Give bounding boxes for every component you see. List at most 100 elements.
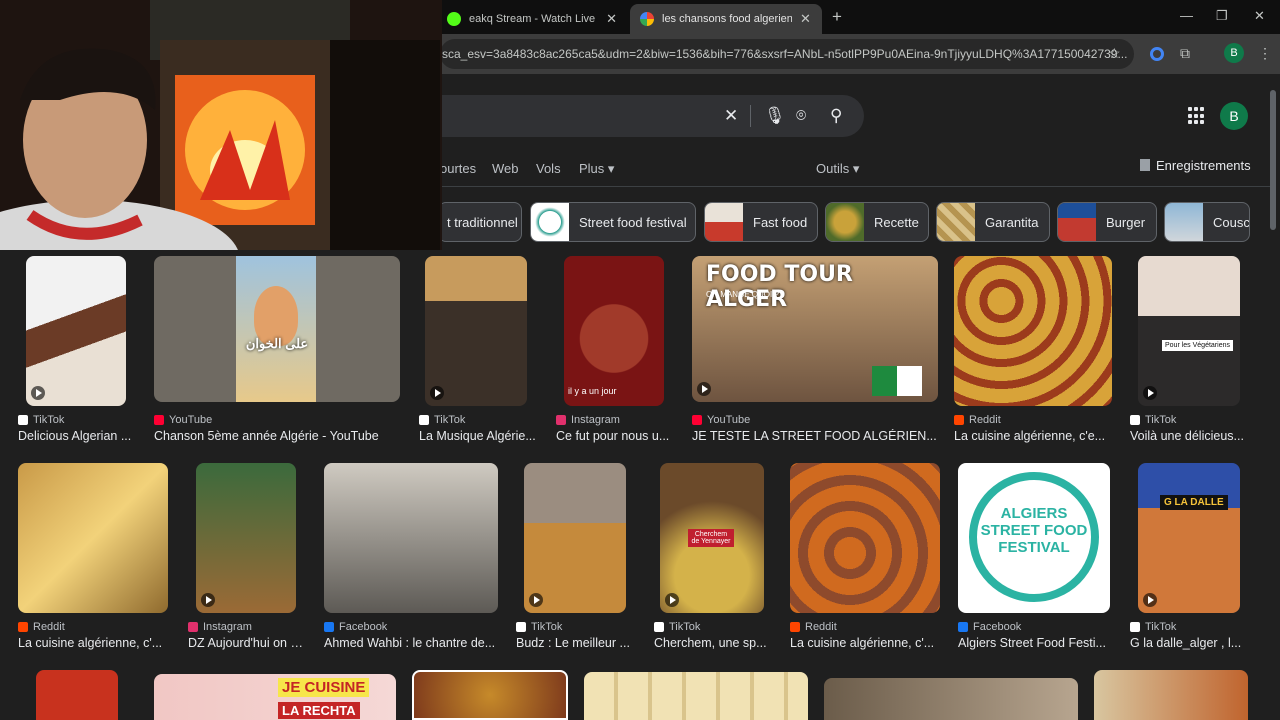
tab-web[interactable]: Web [492,161,519,176]
source-label: TikTok [434,414,466,426]
result-caption[interactable]: JE TESTE LA STREET FOOD ALGÉRIEN... [692,429,938,443]
facebook-icon [324,622,334,632]
result-thumbnail[interactable]: JE CUISINE LA RECHTA [154,674,396,720]
result-thumbnail[interactable]: ALGIERS STREET FOOD FESTIVAL [958,463,1110,613]
result-thumbnail[interactable] [524,463,626,613]
thumbnail-text: LA RECHTA [278,702,360,719]
result-source: TikTok [1130,414,1176,426]
url-field[interactable]: sca_esv=3a8483c8ac265ca5&udm=2&biw=1536&… [440,39,1134,69]
thumbnail-text: ALGIERS STREET FOOD FESTIVAL [980,505,1088,556]
tab-vols[interactable]: Vols [536,161,561,176]
close-window-icon[interactable]: ✕ [1254,8,1265,24]
thumbnail-text: على الخوان [245,336,309,351]
chip-label: Garantita [985,214,1039,230]
chip-thumbnail [1058,203,1096,241]
tools-button[interactable]: Outils ▾ [816,161,859,177]
result-caption[interactable]: La cuisine algérienne, c'... [18,636,168,650]
result-caption[interactable]: Ce fut pour nous u... [556,429,674,443]
source-label: TikTok [1145,414,1177,426]
result-thumbnail[interactable]: Pour les Végétariens [1138,256,1240,406]
result-thumbnail[interactable] [425,256,527,406]
result-source: TikTok [18,414,64,426]
close-tab-icon[interactable]: ✕ [800,11,811,27]
clear-search-icon[interactable]: ✕ [724,106,738,126]
result-thumbnail[interactable]: FOOD TOUR ALGER ON MANGE QUOI ? [692,256,938,402]
result-caption[interactable]: Algiers Street Food Festi... [958,636,1110,650]
result-thumbnail[interactable] [1094,670,1248,720]
result-caption[interactable]: Cherchem, une sp... [654,636,772,650]
result-thumbnail[interactable]: il y a un jour [564,256,664,406]
chip-label: Street food festival [579,214,687,230]
chip-thumbnail [937,203,975,241]
result-source: Facebook [958,621,1021,633]
minimize-icon[interactable]: — [1180,8,1193,23]
result-caption[interactable]: Ahmed Wahbi : le chantre de... [324,636,498,650]
result-caption[interactable]: Voilà une délicieus... [1130,429,1248,443]
extensions-puzzle-icon[interactable]: ⧉ [1180,45,1190,62]
google-favicon-icon [640,12,654,26]
chip-fast-food[interactable]: Fast food [704,202,818,242]
saved-button[interactable]: Enregistrements [1140,158,1251,173]
bookmark-star-icon[interactable]: ☆ [1108,45,1121,62]
result-caption[interactable]: Budz : Le meilleur ... [516,636,634,650]
result-thumbnail[interactable] [954,256,1112,406]
tab-google-images[interactable]: les chansons food algerien - Re ✕ [630,4,822,34]
new-tab-button[interactable]: + [832,7,842,27]
result-thumbnail[interactable] [26,256,126,406]
tab-kick-stream[interactable]: eakq Stream - Watch Live on Ki ✕ [437,4,627,34]
result-source: TikTok [654,621,700,633]
chip-garantita[interactable]: Garantita [936,202,1050,242]
play-icon [430,386,444,400]
close-tab-icon[interactable]: ✕ [606,11,617,27]
result-caption[interactable]: G la dalle_alger , l... [1130,636,1248,650]
result-caption[interactable]: DZ Aujourd'hui on d... [188,636,306,650]
source-label: YouTube [169,414,213,426]
result-thumbnail[interactable] [790,463,940,613]
search-input[interactable]: ✕ 🎙 ⌾ ⚲ [440,95,864,137]
chip-burger[interactable]: Burger [1057,202,1157,242]
chip-couscous[interactable]: Cousco [1164,202,1250,242]
source-label: TikTok [531,621,563,633]
result-thumbnail[interactable]: على الخوان [154,256,400,402]
tab-courtes[interactable]: ourtes [440,161,476,176]
tab-plus[interactable]: Plus ▾ [579,161,614,177]
result-thumbnail[interactable]: G LA DALLE [1138,463,1240,613]
tiktok-icon [1130,415,1140,425]
maximize-icon[interactable]: ❐ [1216,8,1228,24]
result-thumbnail[interactable] [18,463,168,613]
account-avatar[interactable]: B [1220,102,1248,130]
result-source: TikTok [1130,621,1176,633]
thumbnail-text: il y a un jour [568,386,617,396]
microphone-icon[interactable]: 🎙 [764,106,786,126]
result-thumbnail[interactable] [412,670,568,720]
result-thumbnail[interactable] [584,672,808,720]
thumbnail-text: JE CUISINE [278,678,370,697]
result-source: TikTok [419,414,465,426]
search-icon[interactable]: ⚲ [830,106,842,126]
chip-street-food-festival[interactable]: Street food festival [530,202,696,242]
profile-avatar[interactable]: B [1224,43,1244,63]
result-caption[interactable]: Delicious Algerian ... [18,429,136,443]
chip-label: Cousco [1213,214,1250,230]
result-caption[interactable]: La cuisine algérienne, c'e... [954,429,1112,443]
result-thumbnail[interactable] [196,463,296,613]
result-thumbnail[interactable]: Cherchem de Yennayer [660,463,764,613]
result-thumbnail[interactable] [324,463,498,613]
extension-circle-icon[interactable] [1150,47,1164,61]
result-thumbnail[interactable] [824,678,1078,720]
reddit-icon [790,622,800,632]
lens-camera-icon[interactable]: ⌾ [796,106,806,126]
facebook-icon [958,622,968,632]
page-scrollbar[interactable] [1270,90,1276,230]
result-source: Reddit [18,621,65,633]
chip-thumbnail [1165,203,1203,241]
chip-recette[interactable]: Recette [825,202,929,242]
result-caption[interactable]: La Musique Algérie... [419,429,537,443]
result-thumbnail[interactable] [36,670,118,720]
chip-label: Burger [1106,214,1146,230]
result-caption[interactable]: La cuisine algérienne, c'... [790,636,940,650]
google-apps-icon[interactable] [1188,107,1206,125]
chip-traditionnel[interactable]: t traditionnel [438,202,522,242]
result-caption[interactable]: Chanson 5ème année Algérie - YouTube [154,429,402,443]
menu-kebab-icon[interactable]: ⋮ [1258,45,1272,62]
